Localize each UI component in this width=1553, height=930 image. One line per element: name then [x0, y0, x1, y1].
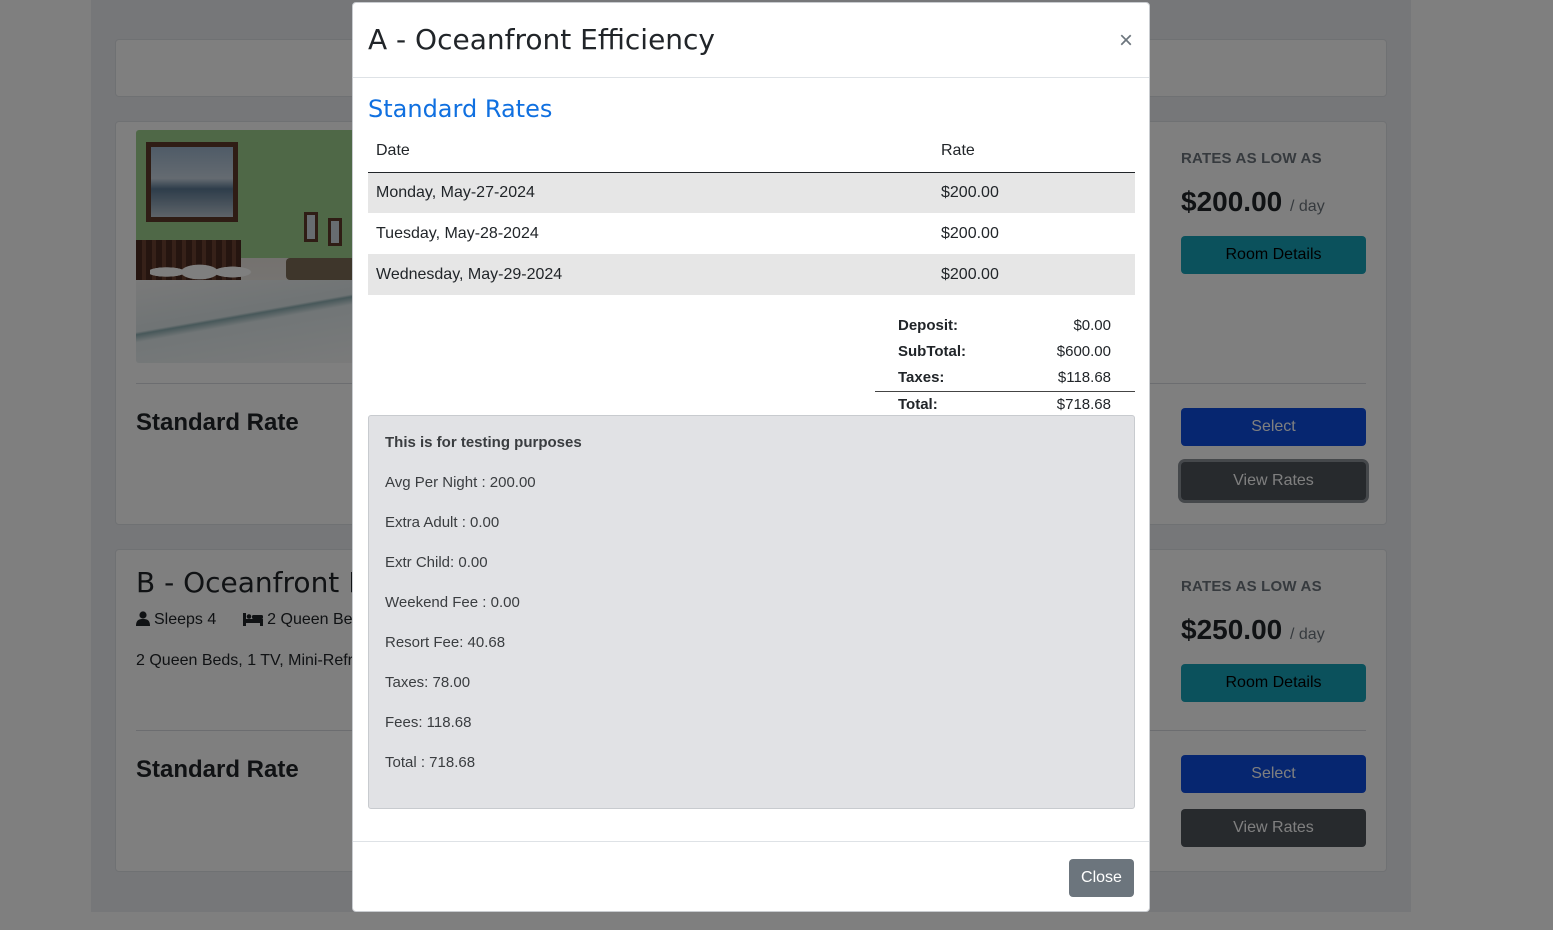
table-row: Wednesday, May-29-2024 $200.00 [368, 254, 1135, 295]
subtotal-label: SubTotal: [898, 343, 967, 360]
deposit-value: $0.00 [1073, 317, 1111, 334]
table-row: Tuesday, May-28-2024 $200.00 [368, 213, 1135, 254]
close-button[interactable]: Close [1069, 859, 1134, 897]
notes-line: Extr Child: 0.00 [385, 554, 488, 571]
notes-line: Resort Fee: 40.68 [385, 634, 506, 651]
deposit-label: Deposit: [898, 317, 958, 334]
taxes-label: Taxes: [898, 369, 945, 386]
rates-table: Date Rate Monday, May-27-2024 $200.00 Tu… [368, 131, 1135, 295]
notes-line: Fees: 118.68 [385, 714, 472, 731]
totals-summary: Deposit: $0.00 SubTotal: $600.00 Taxes: … [875, 313, 1135, 417]
rate-cell: $200.00 [933, 254, 1135, 295]
close-icon[interactable]: × [1119, 29, 1133, 53]
rate-cell: $200.00 [941, 224, 999, 242]
notes-line: Avg Per Night : 200.00 [385, 474, 536, 491]
modal-title: A - Oceanfront Efficiency [368, 23, 716, 56]
taxes-row: Taxes: $118.68 [875, 365, 1135, 391]
modal-footer: Close [353, 841, 1149, 913]
table-row: Monday, May-27-2024 $200.00 [368, 172, 1135, 213]
notes-heading: This is for testing purposes [385, 434, 582, 451]
total-value: $718.68 [1056, 396, 1111, 413]
column-header-rate: Rate [933, 131, 1135, 173]
column-header-date: Date [368, 131, 933, 173]
notes-line: Total : 718.68 [385, 754, 476, 771]
total-label: Total: [898, 396, 938, 413]
notes-line: Extra Adult : 0.00 [385, 514, 500, 531]
total-row: Total: $718.68 [875, 391, 1135, 417]
rates-modal: A - Oceanfront Efficiency × Standard Rat… [352, 2, 1150, 912]
rate-cell: $200.00 [933, 172, 1135, 213]
date-cell: Tuesday, May-28-2024 [376, 224, 539, 242]
date-cell: Monday, May-27-2024 [368, 172, 933, 213]
subtotal-row: SubTotal: $600.00 [875, 339, 1135, 365]
deposit-row: Deposit: $0.00 [875, 313, 1135, 339]
rate-notes-panel: This is for testing purposes Avg Per Nig… [368, 415, 1135, 809]
modal-header: A - Oceanfront Efficiency × [353, 3, 1149, 78]
notes-line: Weekend Fee : 0.00 [385, 594, 520, 611]
taxes-value: $118.68 [1057, 369, 1111, 386]
section-title: Standard Rates [368, 95, 553, 123]
notes-line: Taxes: 78.00 [385, 674, 471, 691]
subtotal-value: $600.00 [1056, 343, 1111, 360]
table-header-row: Date Rate [368, 131, 1135, 173]
date-cell: Wednesday, May-29-2024 [368, 254, 933, 295]
